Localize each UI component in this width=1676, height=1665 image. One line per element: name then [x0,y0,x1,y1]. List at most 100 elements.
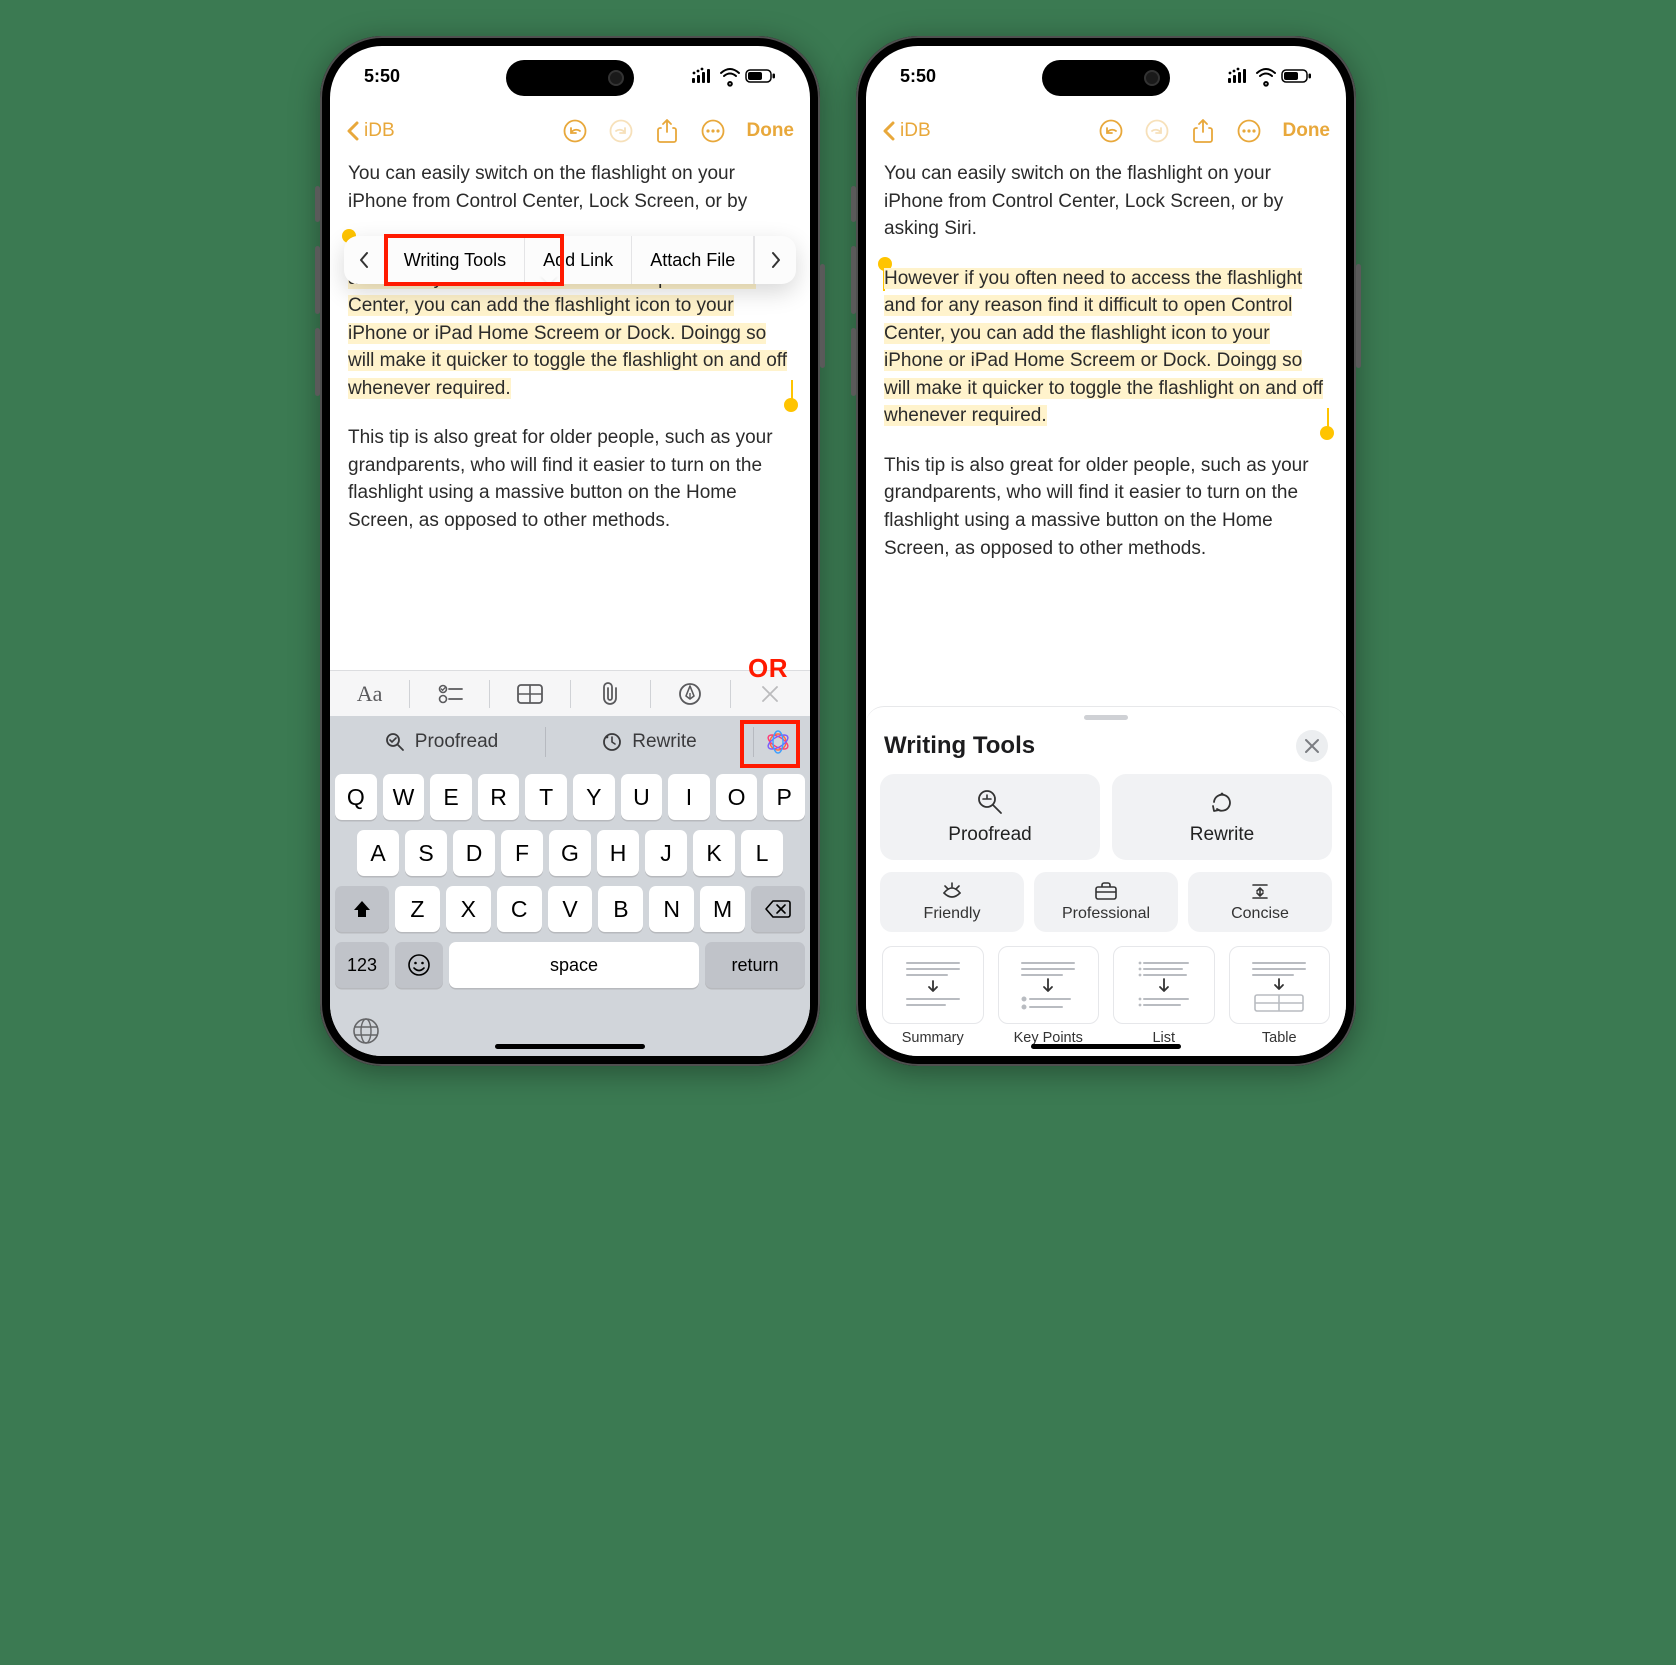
key-g[interactable]: G [549,830,591,876]
key-j[interactable]: J [645,830,687,876]
key-f[interactable]: F [501,830,543,876]
undo-button[interactable] [563,119,587,143]
key-t[interactable]: T [525,774,567,820]
emoji-key[interactable] [395,942,443,988]
list-transform-button[interactable]: List [1113,946,1215,1046]
back-button[interactable]: iDB [882,120,931,142]
rewrite-icon [1208,788,1236,816]
sheet-close-button[interactable] [1296,730,1328,762]
emoji-icon [407,953,431,977]
pen-tip-icon [679,682,701,706]
key-u[interactable]: U [621,774,663,820]
home-indicator[interactable] [1031,1044,1181,1049]
context-menu-prev[interactable] [344,236,386,284]
briefcase-icon [1094,881,1118,901]
proofread-button[interactable]: Proofread [880,774,1100,860]
highlighted-text: However if you often need to access the … [884,268,1323,427]
return-key[interactable]: return [705,942,805,988]
key-z[interactable]: Z [395,886,440,932]
summary-transform-button[interactable]: Summary [882,946,984,1046]
key-m[interactable]: M [700,886,745,932]
chevron-left-icon [359,252,369,268]
table-button[interactable] [490,684,569,704]
context-menu-item-attach-file[interactable]: Attach File [632,236,754,284]
key-n[interactable]: N [649,886,694,932]
key-v[interactable]: V [548,886,593,932]
key-s[interactable]: S [405,830,447,876]
space-key[interactable]: space [449,942,699,988]
key-y[interactable]: Y [573,774,615,820]
done-button[interactable]: Done [747,120,795,142]
professional-tone-button[interactable]: Professional [1034,872,1178,932]
key-r[interactable]: R [478,774,520,820]
share-button[interactable] [655,119,679,143]
key-b[interactable]: B [598,886,643,932]
numbers-key[interactable]: 123 [335,942,389,988]
share-button[interactable] [1191,119,1215,143]
key-a[interactable]: A [357,830,399,876]
quick-proofread-button[interactable]: Proofread [338,731,545,753]
selection-end-handle[interactable] [784,398,798,412]
key-l[interactable]: L [741,830,783,876]
concise-tone-button[interactable]: Concise [1188,872,1332,932]
back-label: iDB [900,120,931,142]
keypoints-transform-button[interactable]: Key Points [998,946,1100,1046]
undo-icon [1099,119,1123,143]
note-content[interactable]: You can easily switch on the flashlight … [330,156,810,557]
key-h[interactable]: H [597,830,639,876]
wifi-icon [1256,69,1276,83]
status-time: 5:50 [364,66,400,87]
key-x[interactable]: X [446,886,491,932]
key-o[interactable]: O [716,774,758,820]
more-button[interactable] [1237,119,1261,143]
share-icon [1192,118,1214,144]
close-icon [1305,739,1319,753]
redo-button [609,119,633,143]
phone-side-button [1356,264,1361,368]
annotation-or-label: OR [748,653,788,684]
shift-key[interactable] [335,886,389,932]
proofread-icon [976,788,1004,816]
note-content[interactable]: You can easily switch on the flashlight … [866,156,1346,584]
key-c[interactable]: C [497,886,542,932]
wifi-icon [720,69,740,83]
attach-button[interactable] [571,682,650,706]
ios-keyboard[interactable]: QWERTYUIOP ASDFGHJKL ZXCVBNM 123 space r… [330,768,810,1006]
home-indicator[interactable] [495,1044,645,1049]
checklist-button[interactable] [410,684,489,704]
key-d[interactable]: D [453,830,495,876]
shift-icon [352,899,372,919]
context-menu-next[interactable] [754,236,796,284]
rewrite-button[interactable]: Rewrite [1112,774,1332,860]
professional-label: Professional [1062,905,1150,923]
back-button[interactable]: iDB [346,120,395,142]
selection-end-handle[interactable] [1320,426,1334,440]
close-icon [761,685,779,703]
friendly-tone-button[interactable]: Friendly [880,872,1024,932]
globe-icon[interactable] [352,1017,380,1045]
sheet-grabber[interactable] [1084,715,1128,720]
markup-button[interactable] [651,682,730,706]
key-w[interactable]: W [383,774,425,820]
phone-side-button [851,186,856,222]
list-card-icon [1128,955,1200,1015]
close-toolbar-button[interactable] [731,685,810,703]
quick-rewrite-button[interactable]: Rewrite [546,731,753,753]
chevron-left-icon [346,121,360,141]
backspace-key[interactable] [751,886,805,932]
undo-button[interactable] [1099,119,1123,143]
summary-card-icon [897,955,969,1015]
notes-format-toolbar: Aa [330,670,810,716]
battery-icon [746,69,776,83]
key-k[interactable]: K [693,830,735,876]
done-button[interactable]: Done [1283,120,1331,142]
table-transform-button[interactable]: Table [1229,946,1331,1046]
key-e[interactable]: E [430,774,472,820]
key-q[interactable]: Q [335,774,377,820]
format-text-button[interactable]: Aa [330,681,409,707]
key-i[interactable]: I [668,774,710,820]
key-p[interactable]: P [763,774,805,820]
note-paragraph: You can easily switch on the flashlight … [348,160,792,215]
battery-icon [1282,69,1312,83]
more-button[interactable] [701,119,725,143]
